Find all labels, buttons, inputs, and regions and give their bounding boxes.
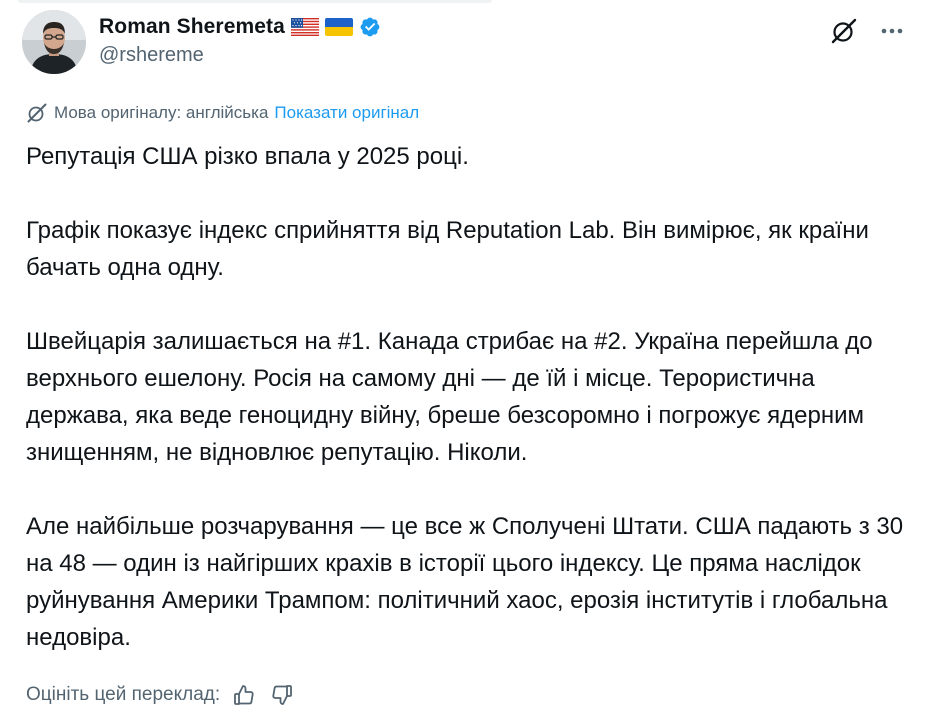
- rate-translation-label: Оцініть цей переклад:: [26, 684, 221, 705]
- ukraine-flag-icon: [324, 18, 353, 36]
- more-horizontal-icon: [881, 28, 903, 34]
- show-original-link[interactable]: Показати оригінал: [274, 103, 419, 123]
- thumbs-up-icon: [234, 685, 254, 705]
- tweet-paragraph: Репутація США різко впала у 2025 році.: [26, 143, 469, 170]
- more-options-button[interactable]: [875, 14, 909, 48]
- translation-source-language: Мова оригіналу: англійська: [54, 103, 269, 122]
- grok-translate-icon: [27, 103, 47, 123]
- verified-badge-icon[interactable]: [359, 16, 381, 38]
- avatar[interactable]: [22, 10, 86, 74]
- tweet-text: Репутація США різко впала у 2025 році. Г…: [26, 138, 906, 656]
- author-display-name[interactable]: Roman Sheremeta: [99, 15, 285, 39]
- thumbs-down-button[interactable]: [268, 681, 296, 709]
- avatar-image: [22, 10, 86, 74]
- thumbs-up-button[interactable]: [230, 681, 258, 709]
- grok-icon: [831, 18, 857, 44]
- translation-bar: Мова оригіналу: англійська Показати ориг…: [26, 102, 419, 124]
- rate-translation-row: Оцініть цей переклад:: [26, 681, 296, 709]
- author-name-row: Roman Sheremeta: [99, 13, 381, 41]
- grok-button[interactable]: [827, 14, 861, 48]
- author-handle[interactable]: @rshereme: [99, 44, 204, 67]
- tweet-paragraph: Але найбільше розчарування — це все ж Сп…: [26, 513, 904, 651]
- tweet-paragraph: Графік показує індекс сприйняття від Rep…: [26, 217, 869, 281]
- us-flag-icon: [290, 18, 319, 36]
- header-actions: [827, 14, 909, 48]
- thumbs-down-icon: [272, 685, 293, 705]
- tweet-paragraph: Швейцарія залишається на #1. Канада стри…: [26, 328, 873, 466]
- tweet: Roman Sheremeta @rshereme Мова оригіналу…: [0, 0, 929, 724]
